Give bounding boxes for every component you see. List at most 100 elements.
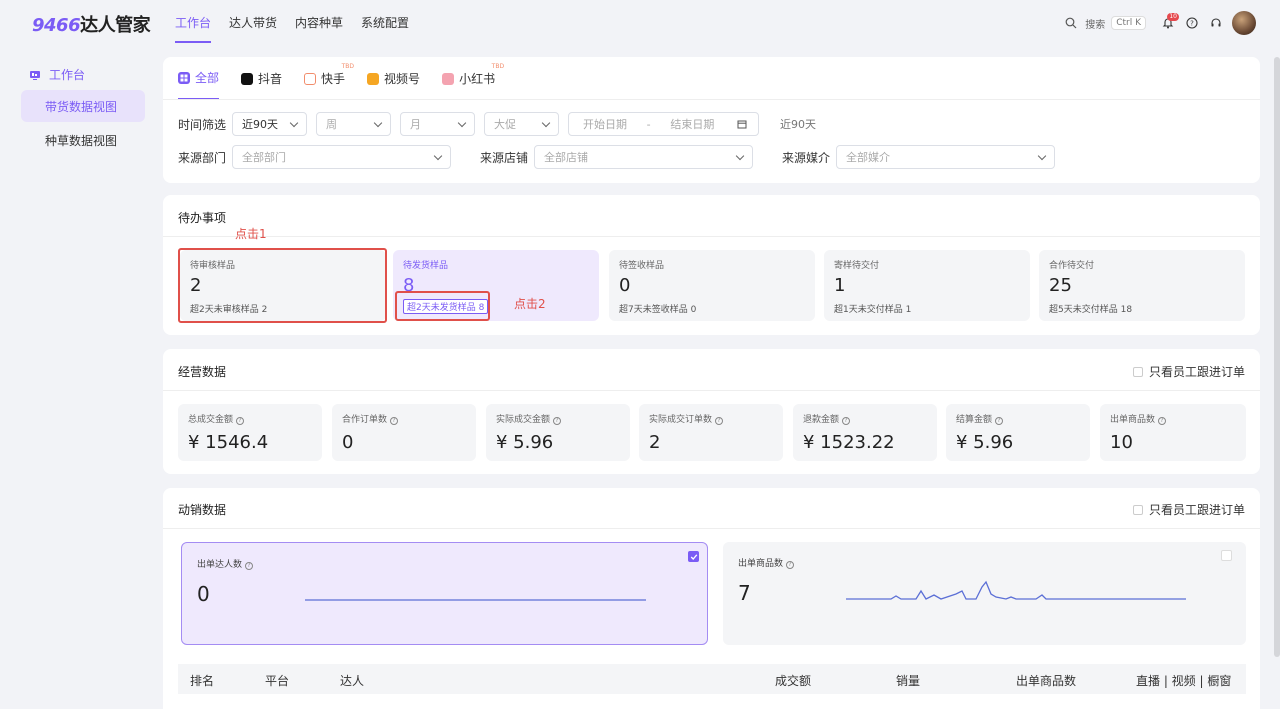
time-filter-label: 时间筛选 (178, 117, 227, 132)
metric-label: 结算金额 (956, 415, 993, 425)
col-channel: 直播 | 视频 | 橱窗 (1136, 674, 1232, 688)
start-date-placeholder: 开始日期 (583, 118, 627, 131)
metric-value: ¥ 1523.22 (803, 432, 895, 453)
col-gmv[interactable]: 成交额 (775, 672, 811, 689)
page-scrollbar[interactable] (1274, 57, 1280, 657)
tab-all[interactable]: 全部 (178, 69, 220, 100)
sales-card-products[interactable]: 出单商品数? 7 (723, 542, 1246, 645)
channels-icon (367, 72, 380, 85)
shop-select[interactable]: 全部店铺 (534, 145, 753, 169)
help-icon[interactable]: ? (1184, 15, 1200, 31)
nav-influencer-sales[interactable]: 达人带货 (229, 14, 277, 43)
week-select[interactable]: 周 (316, 112, 391, 136)
avatar[interactable] (1232, 11, 1256, 35)
month-select[interactable]: 月 (400, 112, 475, 136)
time-filter-row: 时间筛选 近90天 周 月 大促 开始日期 - 结束日期 近90天 (178, 112, 816, 136)
sales-card-label: 出单商品数 (738, 559, 784, 569)
metric-refund: 退款金额? ¥ 1523.22 (793, 404, 937, 461)
ops-title: 经营数据 (178, 365, 227, 379)
tab-douyin[interactable]: 抖音 (241, 69, 282, 100)
checkbox[interactable] (1132, 504, 1143, 515)
dept-placeholder: 全部部门 (242, 151, 286, 164)
sales-card-creators[interactable]: 出单达人数? 0 (181, 542, 708, 645)
sidebar-item-sales-view[interactable]: 带货数据视图 (21, 90, 145, 122)
ops-divider (163, 390, 1260, 391)
metric-value: ¥ 5.96 (496, 432, 554, 453)
tab-kuaishou-tag: TBD (341, 63, 355, 70)
metric-value: ¥ 1546.4 (188, 432, 269, 453)
metric-value: ¥ 5.96 (956, 432, 1014, 453)
search-icon (1063, 15, 1079, 31)
help-icon[interactable]: ? (842, 417, 851, 425)
col-creator: 达人 (340, 674, 365, 688)
help-icon[interactable]: ? (1158, 417, 1167, 425)
todo-sample-delivery-label: 寄样待交付 (834, 261, 880, 271)
tab-channels[interactable]: 视频号 (367, 69, 420, 100)
promo-select[interactable]: 大促 (484, 112, 559, 136)
help-icon[interactable]: ? (553, 417, 562, 425)
month-placeholder: 月 (410, 118, 421, 131)
date-range-picker[interactable]: 开始日期 - 结束日期 (568, 112, 759, 136)
logo[interactable]: 9466达人管家 (32, 11, 151, 37)
help-icon[interactable]: ? (236, 417, 245, 425)
ops-staff-filter[interactable]: 只看员工跟进订单 (1132, 363, 1245, 380)
metric-actual-gmv: 实际成交金额? ¥ 5.96 (486, 404, 630, 461)
tab-kuaishou[interactable]: 快手 TBD (304, 63, 354, 100)
nav-content-seeding[interactable]: 内容种草 (295, 14, 343, 43)
col-product-count[interactable]: 出单商品数 (1016, 672, 1076, 689)
metric-label: 实际成交订单数 (649, 415, 713, 425)
checkbox[interactable] (1132, 366, 1143, 377)
checkbox-checked-icon[interactable] (688, 551, 699, 562)
nav-system-config[interactable]: 系统配置 (361, 14, 409, 43)
col-platform: 平台 (265, 674, 290, 688)
help-icon[interactable]: ? (715, 417, 724, 425)
help-icon[interactable]: ? (995, 417, 1004, 425)
nav-workbench[interactable]: 工作台 (175, 14, 212, 43)
filter-card: 全部 抖音 快手 TBD 视频号 小红书 TBD 时间筛选 近90天 周 月 大… (163, 57, 1260, 183)
week-placeholder: 周 (326, 118, 337, 131)
todo-coop-delivery[interactable]: 合作待交付 25 超5天未交付样品 18 (1039, 250, 1245, 321)
media-placeholder: 全部媒介 (846, 151, 890, 164)
todo-sample-delivery-value: 1 (834, 275, 846, 296)
chevron-down-icon (541, 118, 551, 127)
time-range-value: 近90天 (242, 118, 278, 131)
help-icon[interactable]: ? (245, 562, 254, 570)
media-select[interactable]: 全部媒介 (836, 145, 1055, 169)
xiaohongshu-icon (442, 72, 455, 85)
platform-tabs: 全部 抖音 快手 TBD 视频号 小红书 TBD (178, 63, 504, 100)
todo-card: 待办事项 点击1 待审核样品 2 超2天未审核样品 2 待发货样品 8 超2天未… (163, 195, 1260, 335)
metric-value: 0 (342, 432, 354, 453)
annotation-click-1: 点击1 (235, 227, 267, 241)
sparkline-creators (305, 599, 646, 601)
sidebar-head[interactable]: 工作台 (27, 66, 85, 83)
todo-coop-delivery-value: 25 (1049, 275, 1072, 296)
todo-pending-sign[interactable]: 待签收样品 0 超7天未签收样品 0 (609, 250, 815, 321)
annotation-box-2 (395, 291, 490, 321)
global-search[interactable]: 搜索 Ctrl K (1063, 15, 1146, 31)
time-range-select[interactable]: 近90天 (232, 112, 307, 136)
headset-icon[interactable] (1208, 15, 1224, 31)
tab-xiaohongshu[interactable]: 小红书 TBD (442, 63, 504, 100)
sidebar: 工作台 带货数据视图 种草数据视图 (0, 46, 160, 709)
sidebar-item-seeding-view[interactable]: 种草数据视图 (21, 124, 145, 156)
top-bar: 9466达人管家 工作台 达人带货 内容种草 系统配置 搜索 Ctrl K 10… (0, 0, 1280, 46)
time-summary: 近90天 (780, 118, 816, 131)
tab-douyin-label: 抖音 (258, 72, 283, 86)
help-icon[interactable]: ? (786, 561, 795, 569)
todo-sample-delivery[interactable]: 寄样待交付 1 超1天未交付样品 1 (824, 250, 1030, 321)
svg-text:?: ? (1190, 20, 1194, 28)
todo-coop-delivery-sub: 超5天未交付样品 18 (1049, 305, 1133, 315)
annotation-click-2: 点击2 (514, 297, 546, 311)
help-icon[interactable]: ? (390, 417, 399, 425)
sales-staff-filter[interactable]: 只看员工跟进订单 (1132, 501, 1245, 518)
dept-select[interactable]: 全部部门 (232, 145, 451, 169)
col-sales-volume[interactable]: 销量 (896, 672, 920, 689)
dept-label: 来源部门 (178, 150, 227, 165)
ops-staff-filter-label: 只看员工跟进订单 (1148, 365, 1245, 379)
end-date-placeholder: 结束日期 (670, 118, 715, 131)
metric-products: 出单商品数? 10 (1100, 404, 1246, 461)
bell-icon[interactable]: 10 (1160, 13, 1179, 31)
metric-coop-orders: 合作订单数? 0 (332, 404, 476, 461)
sales-title: 动销数据 (178, 503, 227, 517)
checkbox[interactable] (1221, 550, 1232, 561)
